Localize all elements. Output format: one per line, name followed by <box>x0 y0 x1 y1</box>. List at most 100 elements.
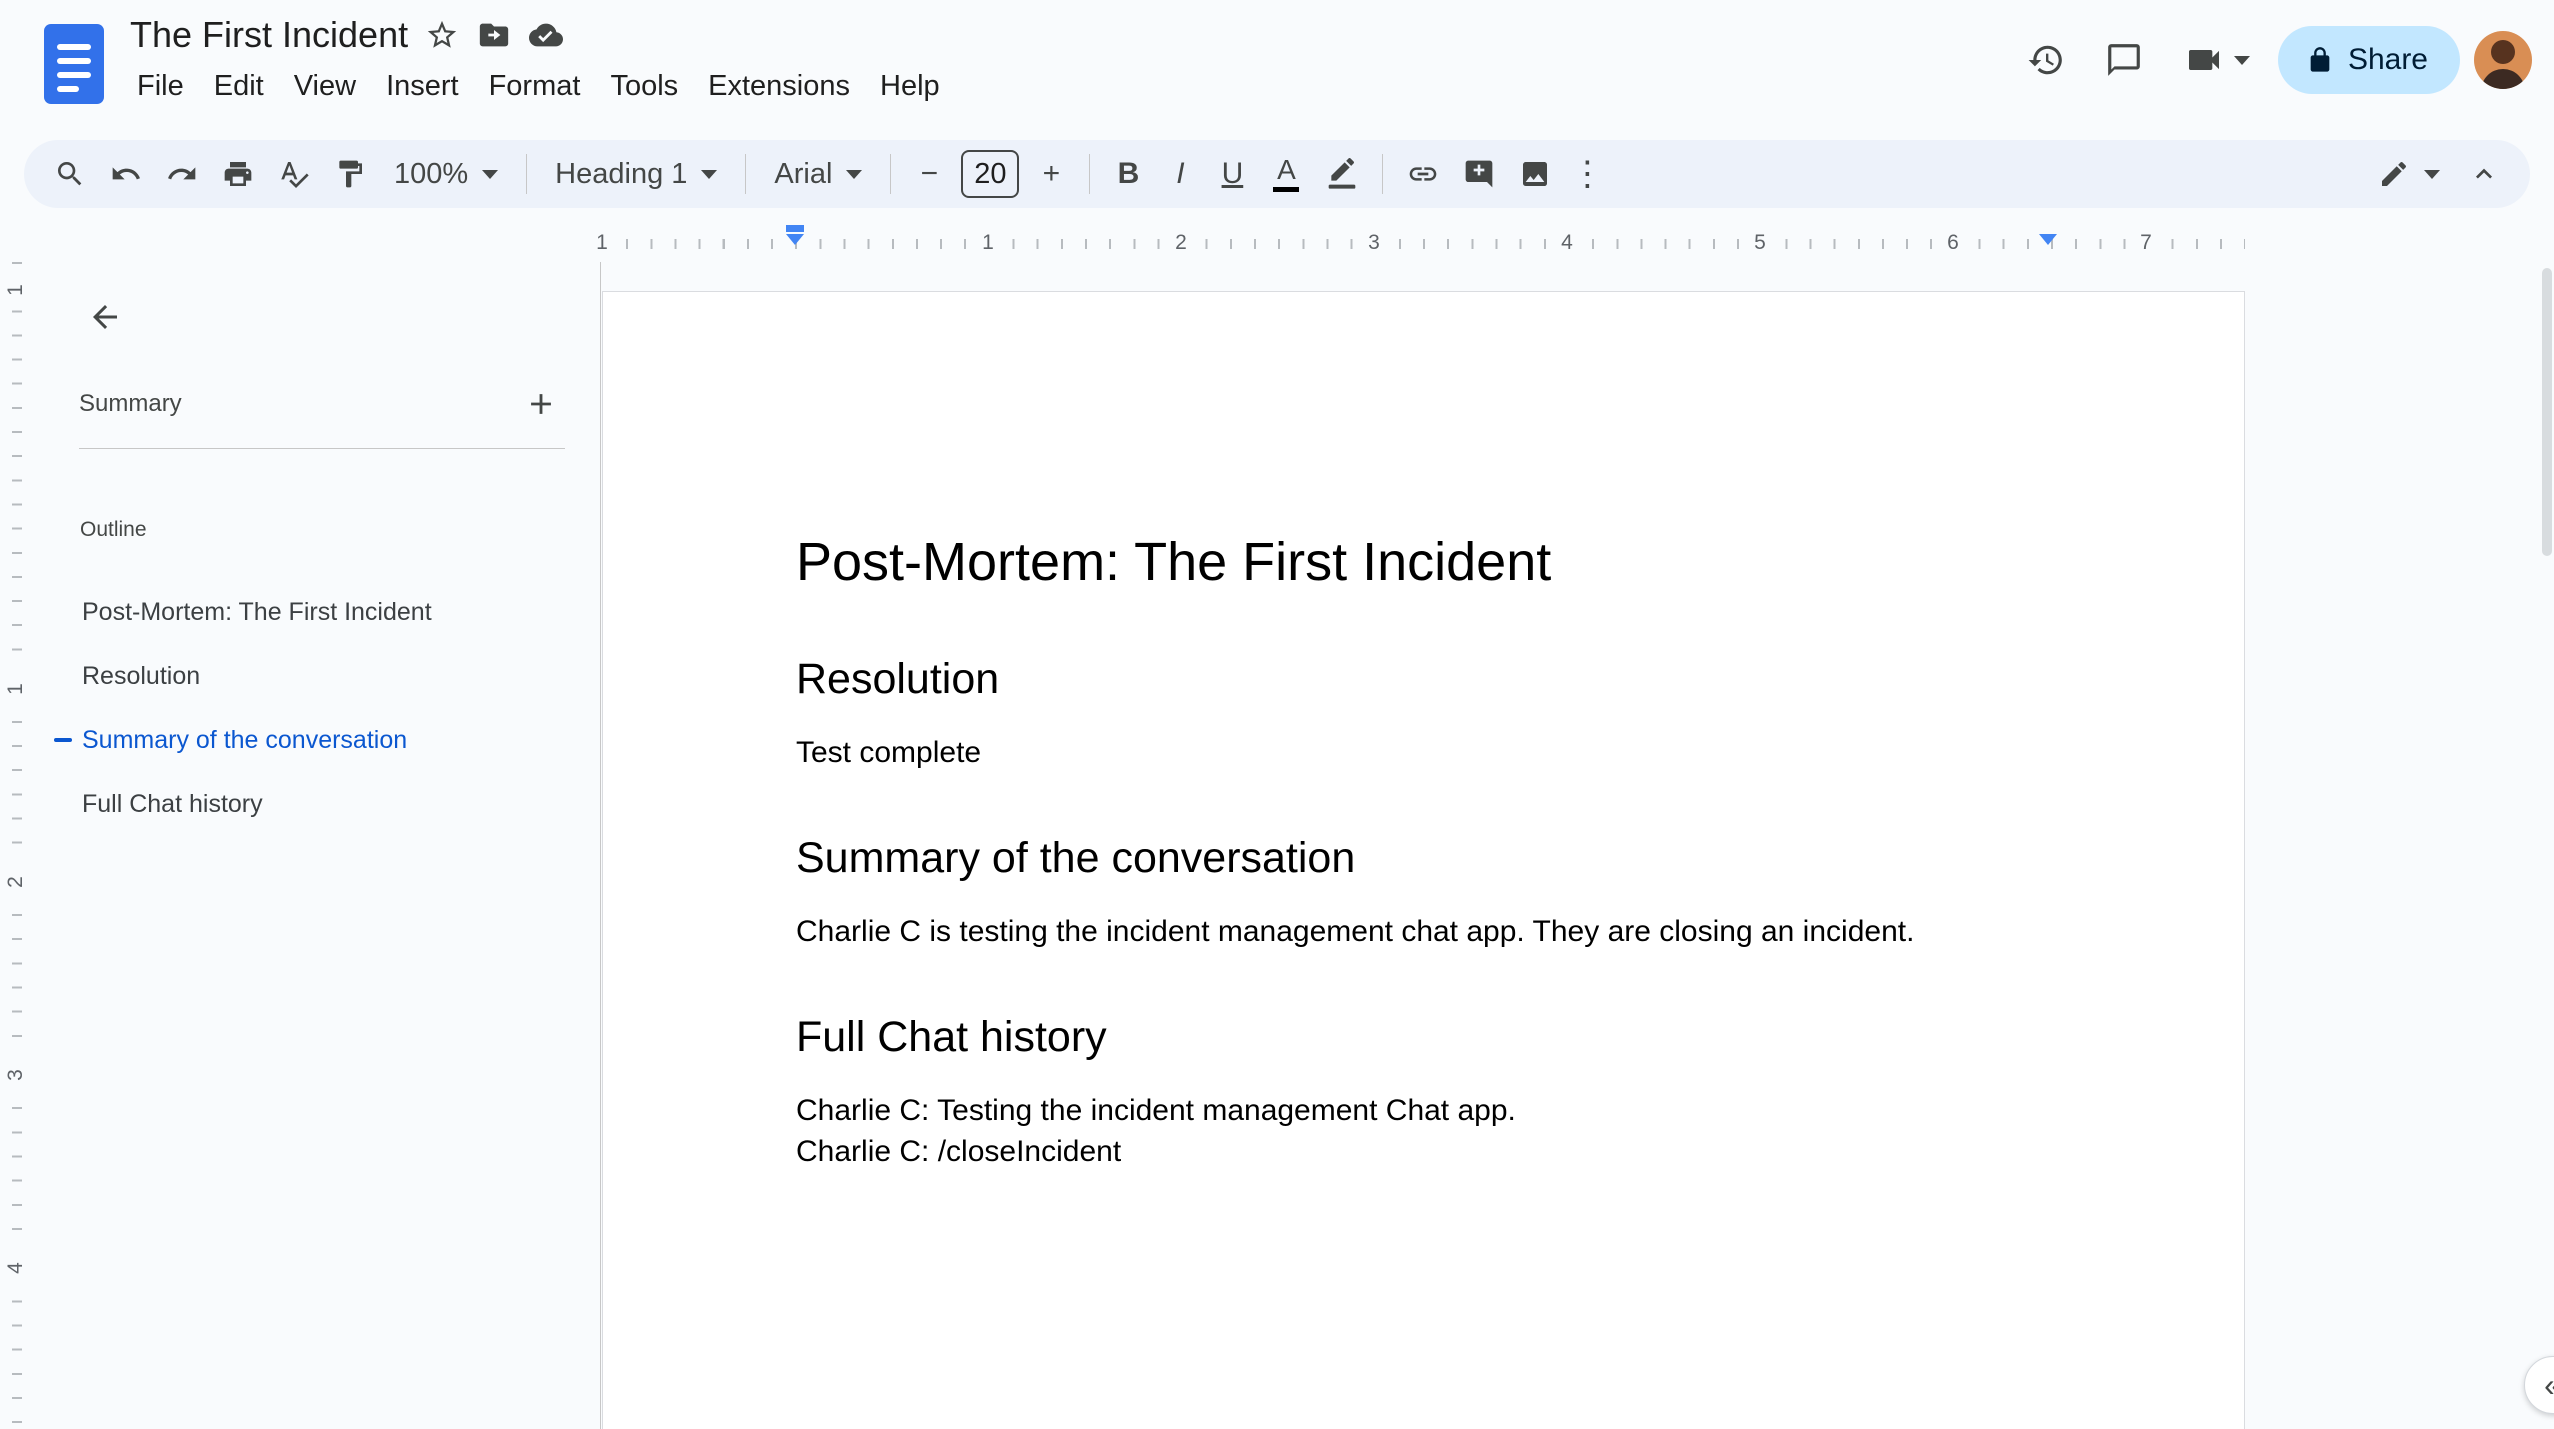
highlight-color-icon[interactable] <box>1314 146 1370 202</box>
bold-button[interactable]: B <box>1102 146 1154 202</box>
menu-edit[interactable]: Edit <box>199 62 279 111</box>
ruler-number: 3 <box>4 1057 28 1093</box>
italic-button[interactable]: I <box>1154 146 1206 202</box>
toolbar-separator <box>745 154 747 194</box>
paragraph-style-value: Heading 1 <box>555 157 688 190</box>
font-size-increase-button[interactable]: + <box>1025 146 1077 202</box>
menu-file[interactable]: File <box>122 62 199 111</box>
underline-button[interactable]: U <box>1206 146 1258 202</box>
font-size-input[interactable]: 20 <box>961 150 1020 198</box>
outline-item-summary-of-the-conversation[interactable]: Summary of the conversation <box>32 708 601 772</box>
text-color-label: A <box>1277 154 1296 185</box>
cloud-saved-icon[interactable] <box>520 9 572 61</box>
toolbar: 100% Heading 1 Arial − 20 + B I U A ⋮ <box>24 140 2530 208</box>
title-row: The First Incident <box>122 8 955 62</box>
first-line-indent-marker[interactable] <box>786 225 804 232</box>
close-outline-button[interactable] <box>76 288 134 346</box>
show-side-panel-button[interactable]: « <box>2524 1356 2554 1414</box>
undo-icon[interactable] <box>98 146 154 202</box>
vertical-scrollbar[interactable] <box>2542 268 2552 556</box>
print-icon[interactable] <box>210 146 266 202</box>
menu-help[interactable]: Help <box>865 62 955 111</box>
ruler-number: 7 <box>2135 231 2157 255</box>
document-page[interactable]: Post-Mortem: The First Incident Resoluti… <box>602 291 2245 1429</box>
add-summary-icon[interactable] <box>517 380 565 428</box>
doc-paragraph[interactable]: Charlie C is testing the incident manage… <box>796 911 2051 952</box>
pencil-icon <box>2382 161 2407 186</box>
menu-format[interactable]: Format <box>474 62 596 111</box>
menu-extensions[interactable]: Extensions <box>693 62 865 111</box>
doc-heading-resolution[interactable]: Resolution <box>796 654 2051 704</box>
more-options-icon[interactable]: ⋮ <box>1563 146 1611 202</box>
logo-line <box>57 58 91 64</box>
ruler-number: 1 <box>591 231 613 255</box>
redo-icon[interactable] <box>154 146 210 202</box>
doc-paragraph[interactable]: Test complete <box>796 732 2051 773</box>
move-to-folder-icon[interactable] <box>468 9 520 61</box>
paragraph-style-select[interactable]: Heading 1 <box>539 146 733 202</box>
doc-heading-full-chat-history[interactable]: Full Chat history <box>796 1012 2051 1062</box>
editing-mode-button[interactable] <box>2362 146 2456 202</box>
text-color-swatch <box>1273 187 1300 192</box>
ruler-number: 6 <box>1942 231 1964 255</box>
share-button[interactable]: Share <box>2277 26 2460 94</box>
outline-item-full-chat-history[interactable]: Full Chat history <box>32 772 601 836</box>
outline-item-resolution[interactable]: Resolution <box>32 644 601 708</box>
share-label: Share <box>2347 43 2428 76</box>
summary-section: Summary <box>79 380 565 428</box>
comments-icon[interactable] <box>2092 28 2156 92</box>
ruler-number: 5 <box>1749 231 1771 255</box>
doc-heading-1[interactable]: Post-Mortem: The First Incident <box>796 530 2051 594</box>
doc-paragraph[interactable]: Charlie C: Testing the incident manageme… <box>796 1090 2051 1131</box>
lock-icon <box>2310 47 2330 72</box>
star-icon[interactable] <box>416 9 468 61</box>
insert-image-icon[interactable] <box>1507 146 1563 202</box>
menu-view[interactable]: View <box>279 62 371 111</box>
docs-logo[interactable] <box>44 24 104 104</box>
outline-item-label: Post-Mortem: The First Incident <box>82 597 432 626</box>
document-content: Post-Mortem: The First Incident Resoluti… <box>603 292 2244 1365</box>
outline-label: Outline <box>80 518 147 541</box>
zoom-select[interactable]: 100% <box>378 146 514 202</box>
vertical-ruler[interactable]: 1 1 2 3 4 <box>0 262 32 1429</box>
text-color-button[interactable]: A <box>1258 146 1314 202</box>
ruler-number: 1 <box>4 272 28 308</box>
arrow-back-icon <box>93 305 117 329</box>
document-title[interactable]: The First Incident <box>122 12 416 58</box>
chevron-down-icon <box>701 169 718 179</box>
search-icon[interactable] <box>42 146 98 202</box>
chevron-down-icon <box>2233 55 2250 65</box>
chevron-down-icon <box>2424 169 2440 179</box>
account-avatar[interactable] <box>2474 31 2532 89</box>
google-docs-app: The First Incident File Edit View Insert… <box>0 0 2554 1429</box>
right-indent-triangle <box>2039 234 2057 245</box>
avatar-figure <box>2481 69 2525 89</box>
font-size-decrease-button[interactable]: − <box>903 146 955 202</box>
outline-panel: Summary Outline Post-Mortem: The First I… <box>32 262 601 1429</box>
hide-menus-icon[interactable] <box>2456 146 2512 202</box>
avatar-figure <box>2491 40 2515 64</box>
menubar: File Edit View Insert Format Tools Exten… <box>122 62 955 111</box>
chevron-down-icon <box>482 169 499 179</box>
doc-paragraph[interactable]: Charlie C: /closeIncident <box>796 1131 2051 1172</box>
version-history-icon[interactable] <box>2014 28 2078 92</box>
doc-paragraph-group: Charlie C: Testing the incident manageme… <box>796 1090 2051 1172</box>
toolbar-separator <box>890 154 892 194</box>
outline-item-post-mortem[interactable]: Post-Mortem: The First Incident <box>32 580 601 644</box>
toolbar-separator <box>1089 154 1091 194</box>
font-family-select[interactable]: Arial <box>758 146 878 202</box>
outline-item-label: Full Chat history <box>82 789 263 818</box>
horizontal-ruler[interactable]: 1 1 2 3 4 5 6 7 <box>591 224 2245 262</box>
ruler-ticks <box>602 239 2245 249</box>
menu-tools[interactable]: Tools <box>595 62 693 111</box>
doc-heading-summary[interactable]: Summary of the conversation <box>796 833 2051 883</box>
join-call-button[interactable] <box>2170 28 2264 92</box>
logo-line <box>57 86 79 92</box>
insert-link-icon[interactable] <box>1395 146 1451 202</box>
add-comment-icon[interactable] <box>1451 146 1507 202</box>
spellcheck-icon[interactable] <box>266 146 322 202</box>
ruler-number: 2 <box>4 864 28 900</box>
menu-insert[interactable]: Insert <box>371 62 474 111</box>
paint-format-icon[interactable] <box>322 146 378 202</box>
outline-list: Post-Mortem: The First Incident Resoluti… <box>32 580 601 836</box>
